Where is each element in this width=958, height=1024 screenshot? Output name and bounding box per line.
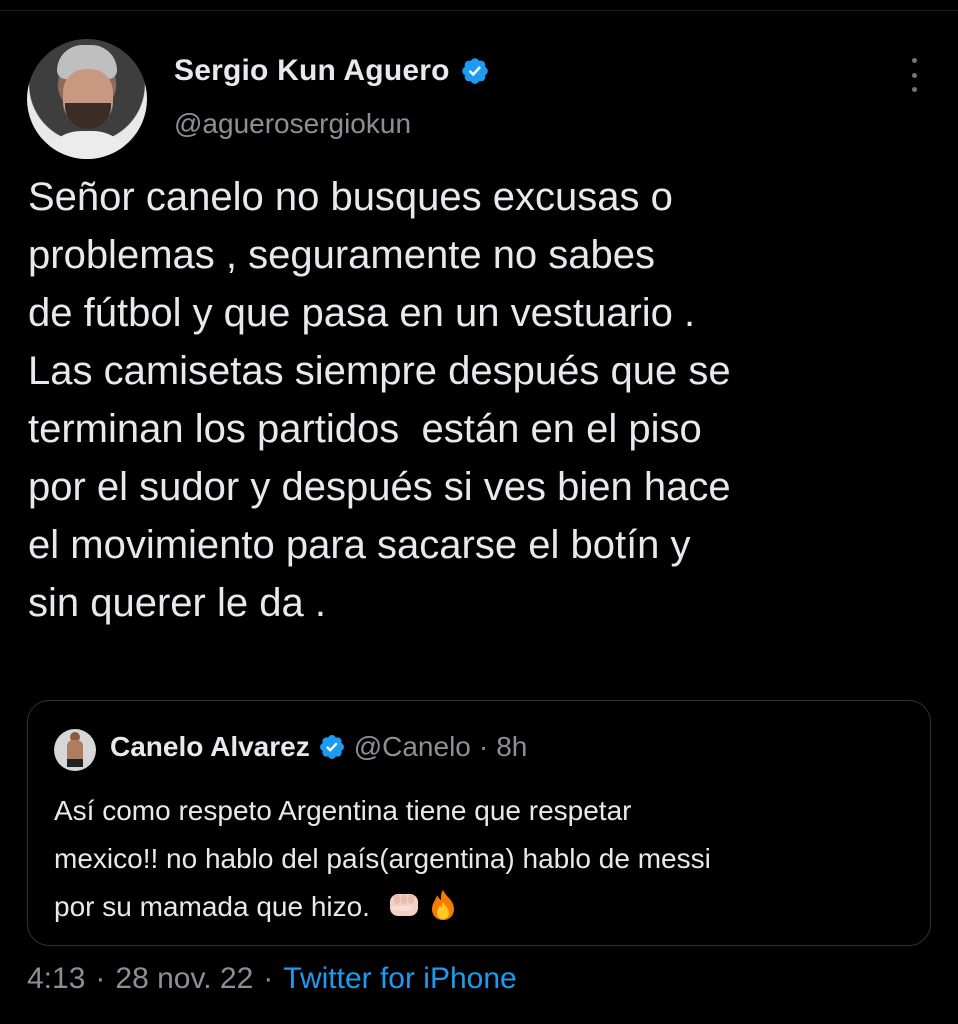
top-divider: [0, 10, 958, 11]
more-options-icon[interactable]: [904, 58, 924, 92]
quoted-tweet-card[interactable]: Canelo Alvarez @Canelo · 8h Así como res…: [27, 700, 931, 946]
tweet-source-link[interactable]: Twitter for iPhone: [283, 962, 516, 996]
author-display-name[interactable]: Sergio Kun Aguero: [174, 54, 450, 88]
quoted-tweet-header: Canelo Alvarez @Canelo · 8h: [110, 731, 527, 763]
fist-icon: [389, 894, 418, 916]
separator-dot: ·: [478, 731, 489, 762]
quoted-tweet-time[interactable]: 8h: [496, 731, 527, 763]
tweet-text: Señor canelo no busques excusas o proble…: [28, 175, 731, 625]
verified-badge-icon: [461, 58, 488, 84]
tweet-meta: 4:13 · 28 nov. 22 · Twitter for iPhone: [27, 962, 517, 996]
quoted-author-name[interactable]: Canelo Alvarez: [110, 731, 310, 763]
author-handle[interactable]: @aguerosergiokun: [174, 108, 411, 140]
verified-badge-icon: [319, 735, 344, 759]
separator-dot: ·: [95, 962, 106, 995]
tweet-date[interactable]: 28 nov. 22: [115, 962, 253, 996]
quoted-tweet-text-block: Así como respeto Argentina tiene que res…: [54, 787, 914, 931]
quoted-tweet-text: Así como respeto Argentina tiene que res…: [54, 795, 711, 922]
author-name-row: Sergio Kun Aguero: [174, 54, 490, 88]
fire-icon: [431, 890, 454, 920]
quoted-author-avatar[interactable]: [54, 729, 96, 771]
tweet-time[interactable]: 4:13: [27, 962, 85, 996]
quoted-author-handle[interactable]: @Canelo: [354, 731, 471, 763]
separator-dot: ·: [263, 962, 274, 995]
author-avatar[interactable]: [27, 39, 147, 159]
